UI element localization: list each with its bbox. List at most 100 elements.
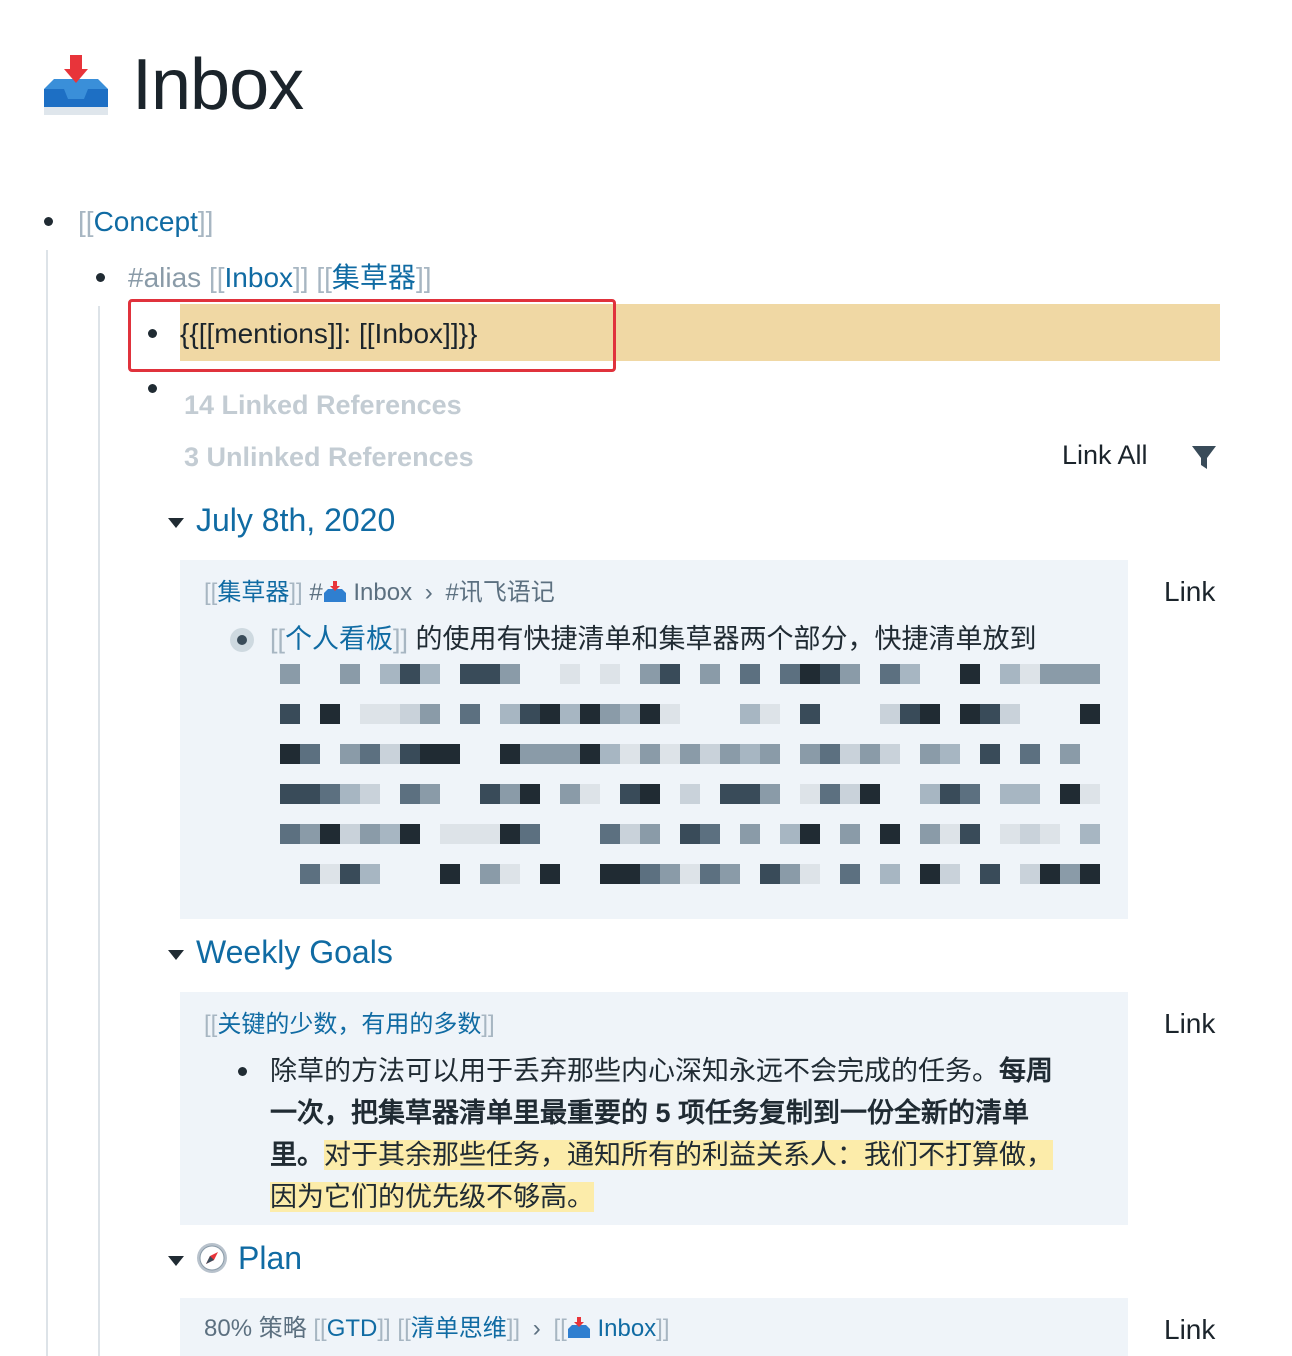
bullet[interactable]	[44, 217, 53, 226]
collapse-caret-icon[interactable]	[168, 950, 184, 960]
reference-block-text[interactable]: 除草的方法可以用于丢弃那些内心深知永远不会完成的任务。每周 一次，把集草器清单里…	[270, 1050, 1100, 1218]
redaction-pixel	[320, 864, 340, 884]
crumb-link[interactable]: 清单思维	[411, 1315, 507, 1342]
link-button[interactable]: Link	[1164, 576, 1215, 608]
link-all-button[interactable]: Link All	[1062, 440, 1148, 471]
bracket-close: ]]	[197, 206, 214, 237]
collapse-caret-icon[interactable]	[168, 1256, 184, 1266]
alias-block[interactable]: #alias [[Inbox]] [[集草器]]	[128, 258, 432, 298]
redaction-pixel	[760, 744, 780, 764]
redaction-pixel	[480, 824, 500, 844]
redaction-pixel	[620, 744, 640, 764]
compass-icon	[196, 1242, 228, 1274]
pixelated-redaction	[260, 664, 1120, 904]
filter-icon[interactable]	[1190, 444, 1218, 472]
redaction-pixel	[700, 664, 720, 684]
redaction-pixel	[1060, 664, 1080, 684]
alias-tag[interactable]: #alias	[128, 262, 201, 293]
alias-link-jicaoqi[interactable]: 集草器	[332, 262, 416, 293]
crumb-link[interactable]: 集草器	[217, 579, 289, 606]
redaction-pixel	[440, 864, 460, 884]
redaction-pixel	[600, 664, 620, 684]
redaction-pixel	[920, 784, 940, 804]
group-title-weekly-goals[interactable]: Weekly Goals	[196, 934, 393, 971]
redaction-pixel	[760, 864, 780, 884]
redaction-pixel	[700, 824, 720, 844]
bullet[interactable]	[148, 384, 157, 393]
alias-link-inbox[interactable]: Inbox	[225, 262, 294, 293]
redaction-pixel	[340, 784, 360, 804]
reference-card: 80% 策略 [[GTD]] [[清单思维]] › [[ Inbox]] Lin…	[180, 1298, 1215, 1356]
redaction-pixel	[820, 744, 840, 764]
redaction-pixel	[640, 824, 660, 844]
redaction-pixel	[660, 704, 680, 724]
redaction-pixel	[520, 824, 540, 844]
redaction-pixel	[740, 704, 760, 724]
linked-references-toggle[interactable]: 14 Linked References	[184, 390, 462, 421]
redaction-pixel	[800, 704, 820, 724]
redaction-pixel	[920, 744, 940, 764]
redaction-pixel	[1020, 824, 1040, 844]
redaction-pixel	[560, 704, 580, 724]
reference-card: [[集草器]] # Inbox › #讯飞语记 [[个人看板]] 的使用有快捷清…	[180, 560, 1215, 919]
redaction-pixel	[320, 784, 340, 804]
concept-link[interactable]: Concept	[94, 206, 198, 237]
redaction-pixel	[640, 864, 660, 884]
redaction-pixel	[400, 744, 420, 764]
redaction-pixel	[680, 784, 700, 804]
redaction-pixel	[280, 784, 300, 804]
redaction-pixel	[1060, 744, 1080, 764]
collapsed-bullet[interactable]	[230, 628, 254, 652]
redaction-pixel	[940, 864, 960, 884]
redaction-pixel	[1080, 664, 1100, 684]
redaction-pixel	[580, 744, 600, 764]
indent-guide	[98, 306, 100, 1356]
redaction-pixel	[440, 744, 460, 764]
redaction-pixel	[1020, 864, 1040, 884]
group-title-plan[interactable]: Plan	[238, 1240, 302, 1277]
redaction-pixel	[880, 744, 900, 764]
redaction-pixel	[400, 824, 420, 844]
unlinked-references-toggle[interactable]: 3 Unlinked References	[184, 442, 474, 473]
redaction-pixel	[480, 664, 500, 684]
redaction-pixel	[780, 824, 800, 844]
redaction-pixel	[1000, 704, 1020, 724]
crumb-link[interactable]: 关键的少数，有用的多数	[217, 1011, 481, 1038]
redaction-pixel	[800, 864, 820, 884]
redaction-pixel	[700, 864, 720, 884]
redaction-pixel	[1080, 704, 1100, 724]
highlighted-text: 对于其余那些任务，通知所有的利益关系人：我们不打算做，	[324, 1140, 1053, 1170]
reference-card: [[关键的少数，有用的多数]] 除草的方法可以用于丢弃那些内心深知永远不会完成的…	[180, 992, 1215, 1225]
link-button[interactable]: Link	[1164, 1008, 1215, 1040]
redaction-pixel	[380, 664, 400, 684]
body-link[interactable]: 个人看板	[285, 624, 393, 654]
redaction-pixel	[500, 864, 520, 884]
bullet[interactable]	[238, 1067, 247, 1076]
bullet[interactable]	[96, 273, 105, 282]
redaction-pixel	[480, 784, 500, 804]
crumb-page[interactable]: Inbox	[353, 579, 412, 606]
redaction-pixel	[880, 864, 900, 884]
redaction-pixel	[500, 824, 520, 844]
redaction-pixel	[920, 704, 940, 724]
page-title: Inbox	[40, 40, 304, 130]
redaction-pixel	[1000, 824, 1020, 844]
collapse-caret-icon[interactable]	[168, 518, 184, 528]
crumb-tag[interactable]: #讯飞语记	[445, 579, 554, 606]
crumb-page[interactable]: Inbox	[597, 1315, 656, 1342]
redaction-pixel	[620, 704, 640, 724]
link-button[interactable]: Link	[1164, 1314, 1215, 1346]
redaction-pixel	[960, 664, 980, 684]
redaction-pixel	[380, 824, 400, 844]
concept-block[interactable]: [[Concept]]	[78, 202, 213, 242]
group-title-july-8th[interactable]: July 8th, 2020	[196, 502, 395, 539]
redaction-pixel	[860, 784, 880, 804]
redaction-pixel	[1000, 664, 1020, 684]
redaction-pixel	[720, 744, 740, 764]
redaction-pixel	[1060, 784, 1080, 804]
crumb-link[interactable]: GTD	[327, 1315, 378, 1342]
reference-block-text[interactable]: [[个人看板]] 的使用有快捷清单和集草器两个部分，快捷清单放到	[270, 618, 1037, 660]
redaction-pixel	[1040, 824, 1060, 844]
redaction-pixel	[720, 864, 740, 884]
redaction-pixel	[480, 864, 500, 884]
